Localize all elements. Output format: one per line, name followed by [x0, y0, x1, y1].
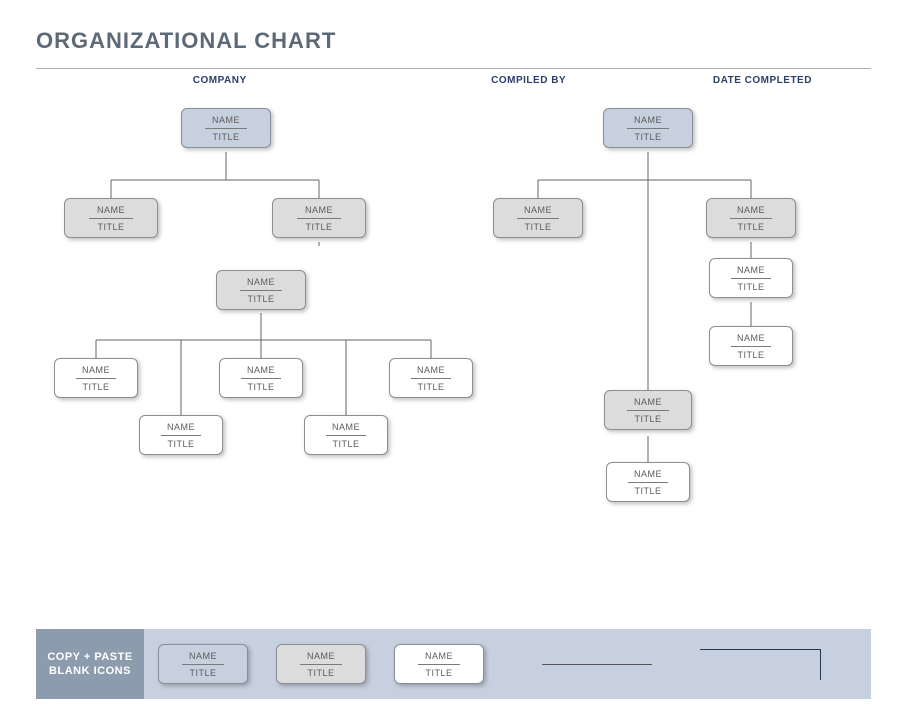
left-leaf-5[interactable]: NAMETITLE [304, 415, 388, 455]
left-root[interactable]: NAME TITLE [181, 108, 271, 148]
right-stack-1[interactable]: NAMETITLE [709, 258, 793, 298]
blank-icon-white[interactable]: NAMETITLE [394, 644, 484, 684]
node-name: NAME [226, 365, 296, 378]
node-title: TITLE [713, 219, 789, 232]
header-compiled-by: COMPILED BY [403, 69, 654, 90]
node-title: TITLE [283, 665, 359, 678]
node-title: TITLE [716, 347, 786, 360]
header-company: COMPANY [36, 69, 403, 90]
left-leaf-3[interactable]: NAMETITLE [389, 358, 473, 398]
node-title: TITLE [71, 219, 151, 232]
node-name: NAME [611, 397, 685, 410]
left-child-2[interactable]: NAMETITLE [272, 198, 366, 238]
node-name: NAME [401, 651, 477, 664]
footer-label: COPY + PASTE BLANK ICONS [36, 650, 144, 678]
node-title: TITLE [61, 379, 131, 392]
node-name: NAME [311, 422, 381, 435]
right-mid-grey[interactable]: NAMETITLE [604, 390, 692, 430]
node-title: TITLE [165, 665, 241, 678]
node-title: TITLE [279, 219, 359, 232]
connector-lines [36, 90, 871, 550]
left-leaf-2[interactable]: NAMETITLE [219, 358, 303, 398]
node-name: NAME [613, 469, 683, 482]
node-name: NAME [279, 205, 359, 218]
node-name: NAME [716, 265, 786, 278]
right-child-1[interactable]: NAMETITLE [493, 198, 583, 238]
node-name: NAME [146, 422, 216, 435]
node-name: NAME [283, 651, 359, 664]
node-name: NAME [188, 115, 264, 128]
blank-icon-grey[interactable]: NAMETITLE [276, 644, 366, 684]
node-title: TITLE [226, 379, 296, 392]
node-name: NAME [396, 365, 466, 378]
footer-icon-area: NAMETITLE NAMETITLE NAMETITLE [144, 629, 871, 699]
node-title: TITLE [611, 411, 685, 424]
blank-icon-blue[interactable]: NAMETITLE [158, 644, 248, 684]
node-title: TITLE [716, 279, 786, 292]
node-name: NAME [716, 333, 786, 346]
footer-label-line2: BLANK ICONS [49, 665, 131, 677]
page-title: ORGANIZATIONAL CHART [36, 28, 871, 54]
node-name: NAME [610, 115, 686, 128]
node-name: NAME [61, 365, 131, 378]
node-title: TITLE [223, 291, 299, 304]
right-root[interactable]: NAMETITLE [603, 108, 693, 148]
node-title: TITLE [500, 219, 576, 232]
node-name: NAME [713, 205, 789, 218]
right-child-2[interactable]: NAMETITLE [706, 198, 796, 238]
node-title: TITLE [401, 665, 477, 678]
left-child-1[interactable]: NAMETITLE [64, 198, 158, 238]
org-chart-page: ORGANIZATIONAL CHART COMPANY COMPILED BY… [0, 0, 907, 717]
node-name: NAME [165, 651, 241, 664]
node-title: TITLE [396, 379, 466, 392]
left-level2[interactable]: NAMETITLE [216, 270, 306, 310]
org-chart-canvas: NAME TITLE NAMETITLE NAMETITLE NAMETITLE… [36, 90, 871, 550]
node-title: TITLE [188, 129, 264, 142]
right-stack-2[interactable]: NAMETITLE [709, 326, 793, 366]
node-name: NAME [223, 277, 299, 290]
node-title: TITLE [613, 483, 683, 496]
left-leaf-4[interactable]: NAMETITLE [139, 415, 223, 455]
node-name: NAME [71, 205, 151, 218]
footer-label-line1: COPY + PASTE [47, 651, 132, 663]
header-date-completed: DATE COMPLETED [654, 69, 871, 90]
blank-connector-line[interactable] [542, 664, 652, 665]
node-title: TITLE [146, 436, 216, 449]
node-name: NAME [500, 205, 576, 218]
blank-connector-elbow[interactable] [700, 649, 821, 680]
right-bottom[interactable]: NAMETITLE [606, 462, 690, 502]
left-leaf-1[interactable]: NAMETITLE [54, 358, 138, 398]
footer-icon-strip: COPY + PASTE BLANK ICONS NAMETITLE NAMET… [36, 629, 871, 699]
header-row: COMPANY COMPILED BY DATE COMPLETED [36, 68, 871, 90]
node-title: TITLE [311, 436, 381, 449]
node-title: TITLE [610, 129, 686, 142]
